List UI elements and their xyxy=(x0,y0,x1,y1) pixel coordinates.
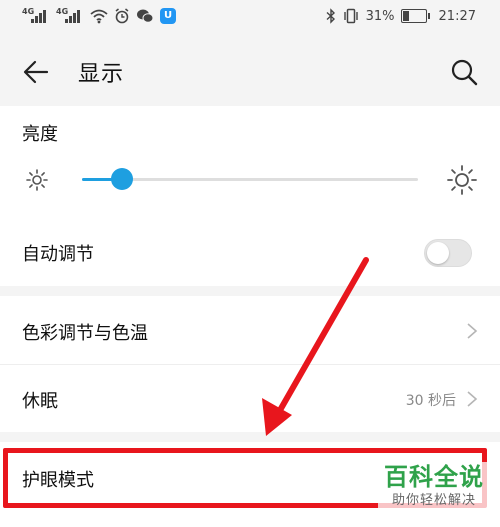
status-left: 4G 4G U xyxy=(22,7,176,24)
page-title: 显示 xyxy=(78,62,125,87)
alarm-icon xyxy=(115,8,129,24)
watermark-subtitle: 助你轻松解决 xyxy=(391,493,476,508)
status-time: 21:27 xyxy=(438,8,476,24)
settings-row-color[interactable]: 色彩调节与色温 xyxy=(0,296,500,364)
chevron-right-icon xyxy=(467,391,478,407)
auto-adjust-label: 自动调节 xyxy=(22,244,94,265)
watermark: 百科全说 助你轻松解决 xyxy=(378,462,490,510)
color-adjust-label: 色彩调节与色温 xyxy=(22,323,148,344)
watermark-title: 百科全说 xyxy=(384,463,484,491)
app-header: 显示 xyxy=(0,36,500,106)
status-right: 31% 21:27 xyxy=(326,8,476,24)
settings-row-sleep[interactable]: 休眠 30 秒后 xyxy=(0,364,500,432)
status-bar: 4G 4G U 31% 21:27 xyxy=(0,0,500,36)
sun-small-icon xyxy=(26,169,48,191)
bluetooth-icon xyxy=(326,8,335,24)
arrow-left-icon[interactable] xyxy=(22,58,50,86)
search-icon[interactable] xyxy=(450,58,478,86)
wifi-icon xyxy=(90,9,108,24)
battery-percent: 31% xyxy=(365,8,395,24)
battery-icon xyxy=(400,9,430,23)
vibrate-icon xyxy=(343,8,358,24)
app-badge-icon: U xyxy=(160,8,176,24)
signal-icon: 4G xyxy=(56,7,84,24)
sleep-label: 休眠 xyxy=(22,391,58,412)
sun-large-icon xyxy=(447,165,477,195)
sleep-value: 30 秒后 xyxy=(405,393,456,409)
brightness-label: 亮度 xyxy=(22,124,58,145)
brightness-slider-thumb[interactable] xyxy=(111,168,134,190)
toggle-knob xyxy=(427,242,449,264)
signal-icon: 4G xyxy=(22,7,50,24)
chevron-right-icon xyxy=(467,323,478,339)
auto-adjust-toggle[interactable] xyxy=(424,239,472,267)
wechat-icon xyxy=(137,9,154,23)
display-settings-card: 色彩调节与色温 休眠 30 秒后 xyxy=(0,296,500,432)
divider xyxy=(0,364,500,365)
brightness-card: 亮度 自动调节 xyxy=(0,106,500,286)
brightness-slider[interactable] xyxy=(82,168,418,190)
